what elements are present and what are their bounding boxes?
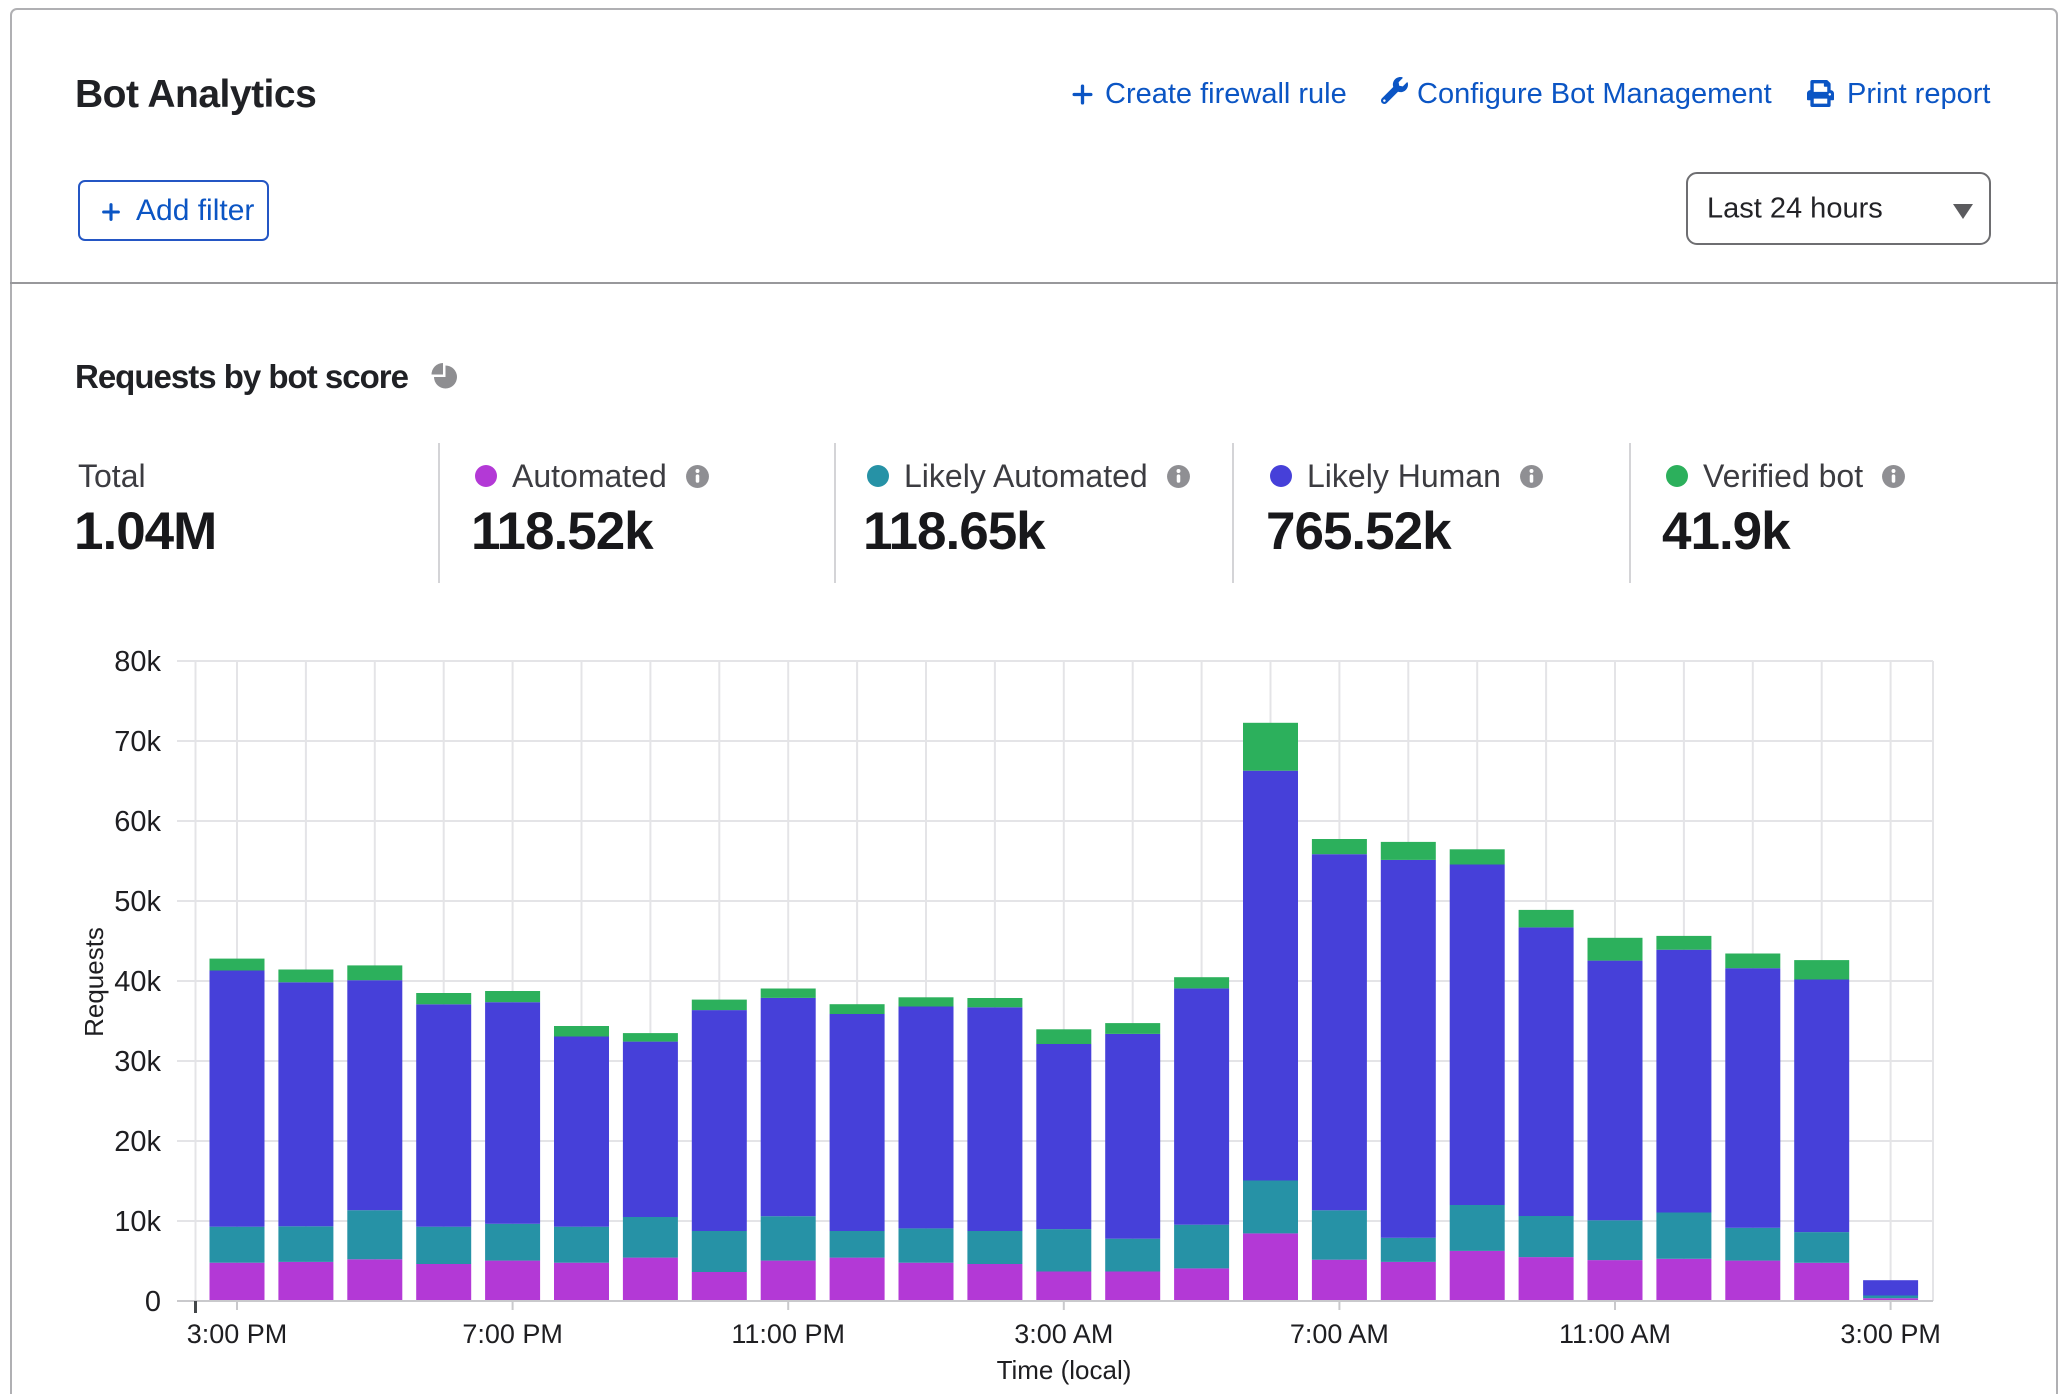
svg-text:80k: 80k [114,646,161,678]
svg-text:7:00 AM: 7:00 AM [1290,1319,1389,1349]
svg-text:30k: 30k [114,1046,161,1078]
svg-text:Requests: Requests [79,927,109,1037]
svg-text:11:00 PM: 11:00 PM [731,1319,845,1349]
svg-text:10k: 10k [114,1206,161,1238]
svg-text:60k: 60k [114,806,161,838]
svg-text:20k: 20k [114,1126,161,1158]
svg-text:50k: 50k [114,886,161,918]
svg-text:7:00 PM: 7:00 PM [462,1319,563,1349]
svg-text:70k: 70k [114,726,161,758]
svg-text:11:00 AM: 11:00 AM [1559,1319,1671,1349]
svg-text:3:00 AM: 3:00 AM [1014,1319,1113,1349]
svg-text:3:00 PM: 3:00 PM [187,1319,288,1349]
svg-text:0: 0 [145,1286,161,1318]
svg-text:3:00 PM: 3:00 PM [1840,1319,1941,1349]
svg-text:40k: 40k [114,966,161,998]
svg-text:Time (local): Time (local) [997,1355,1132,1385]
